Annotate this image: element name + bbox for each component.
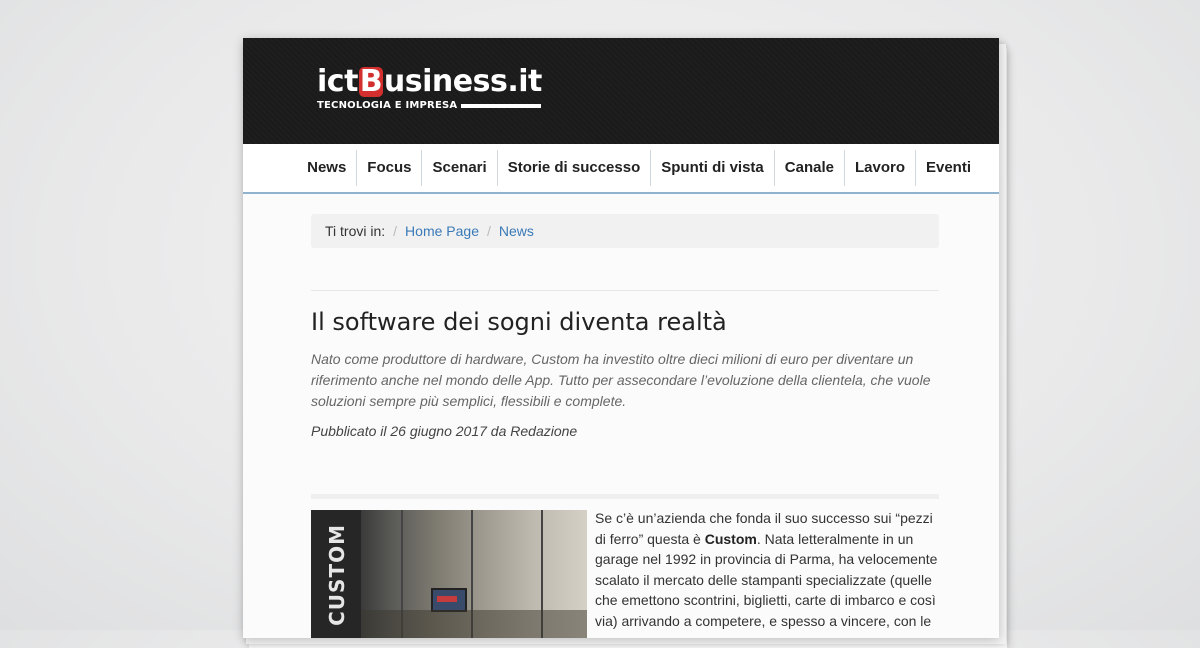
- nav-items: News Focus Scenari Storie di successo Sp…: [297, 144, 981, 192]
- breadcrumb-separator: /: [393, 223, 398, 239]
- image-floor: [361, 610, 587, 638]
- logo-wordmark: ict Business.it: [317, 66, 542, 98]
- article-subtitle: Nato come produttore di hardware, Custom…: [311, 351, 931, 409]
- nav-item-focus[interactable]: Focus: [356, 150, 421, 186]
- site-logo[interactable]: ict Business.it TECNOLOGIA E IMPRESA: [317, 66, 542, 112]
- nav-item-storie-di-successo[interactable]: Storie di successo: [496, 150, 651, 186]
- image-brand-sign: CUSTOM: [325, 524, 349, 626]
- nav-item-scenari[interactable]: Scenari: [421, 150, 496, 186]
- logo-tagline-bar: [461, 103, 542, 108]
- article-title: Il software dei sogni diventa realtà: [311, 308, 727, 336]
- breadcrumb-separator: /: [486, 223, 491, 239]
- nav-item-news[interactable]: News: [297, 150, 356, 186]
- section-divider: [311, 290, 939, 291]
- breadcrumb-link-home[interactable]: Home Page: [405, 223, 479, 239]
- article-body: Se c’è un’azienda che fonda il suo succe…: [595, 508, 941, 631]
- logo-prefix: ict: [317, 64, 358, 99]
- nav-item-spunti-di-vista[interactable]: Spunti di vista: [650, 150, 774, 186]
- printed-page: ict Business.it TECNOLOGIA E IMPRESA News…: [243, 38, 999, 638]
- breadcrumb-prefix: Ti trovi in:: [325, 223, 386, 239]
- logo-b-badge: B: [358, 64, 383, 99]
- main-navigation: News Focus Scenari Storie di successo Sp…: [243, 144, 999, 194]
- article-byline: Pubblicato il 26 giugno 2017 da Redazion…: [311, 423, 578, 439]
- breadcrumb-link-news[interactable]: News: [499, 223, 534, 239]
- breadcrumb: Ti trovi in: / Home Page / News: [311, 214, 939, 248]
- article-body-company: Custom: [704, 530, 757, 547]
- image-display-screen: [431, 588, 467, 612]
- nav-item-lavoro[interactable]: Lavoro: [843, 150, 915, 186]
- logo-tagline: TECNOLOGIA E IMPRESA: [317, 100, 458, 111]
- nav-item-eventi[interactable]: Eventi: [914, 150, 981, 186]
- article-image[interactable]: CUSTOM: [311, 510, 587, 638]
- logo-suffix: usiness.it: [383, 64, 542, 99]
- site-header: ict Business.it TECNOLOGIA E IMPRESA: [243, 38, 999, 144]
- nav-item-canale[interactable]: Canale: [773, 150, 844, 186]
- content-divider: [311, 494, 939, 499]
- logo-tagline-row: TECNOLOGIA E IMPRESA: [317, 100, 542, 111]
